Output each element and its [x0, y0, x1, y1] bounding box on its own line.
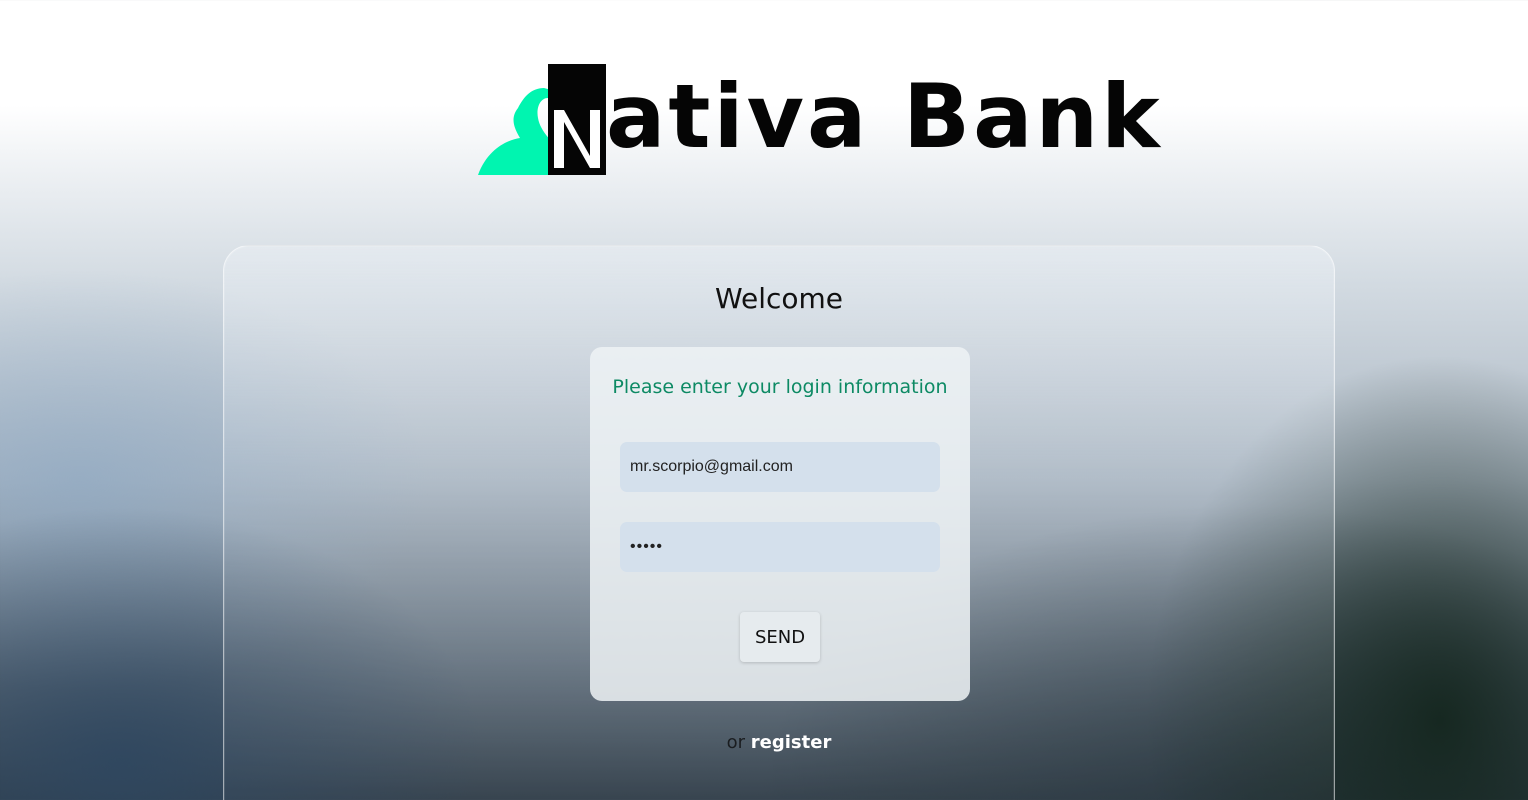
logo-n-letter: [554, 110, 600, 168]
email-field[interactable]: [620, 442, 940, 492]
password-field[interactable]: [620, 522, 940, 572]
login-card: Please enter your login information SEND: [590, 347, 970, 701]
or-text: or: [726, 732, 746, 753]
brand-logo: ativa Bank: [478, 60, 1160, 180]
register-link[interactable]: register: [751, 732, 832, 753]
welcome-panel: Welcome Please enter your login informat…: [223, 245, 1335, 800]
login-prompt: Please enter your login information: [612, 376, 948, 398]
page-title: Welcome: [714, 282, 844, 315]
register-line: or register: [224, 732, 1334, 753]
send-button[interactable]: SEND: [740, 612, 820, 662]
brand-wordmark: ativa Bank: [606, 65, 1163, 168]
